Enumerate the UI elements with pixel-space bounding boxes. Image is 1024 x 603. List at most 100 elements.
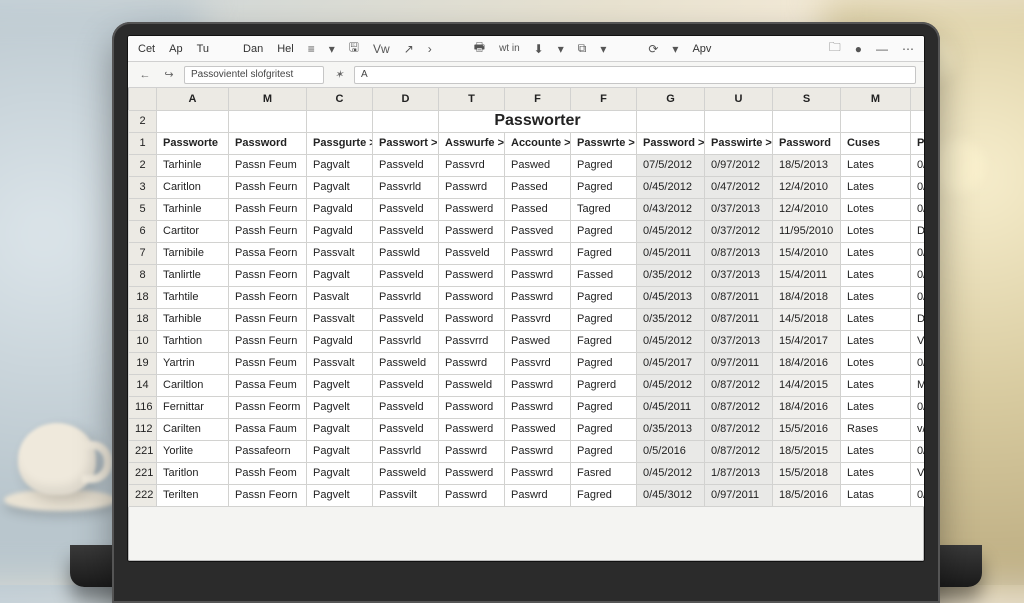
- minimize-icon[interactable]: —: [876, 42, 888, 56]
- cell[interactable]: 0/97/2011: [705, 352, 773, 374]
- cell[interactable]: 0/87/2012: [705, 396, 773, 418]
- cell[interactable]: Passwed: [505, 418, 571, 440]
- column-header[interactable]: I: [911, 88, 925, 110]
- cell[interactable]: 0/87/2012: [705, 440, 773, 462]
- cell[interactable]: Password: [439, 308, 505, 330]
- cell[interactable]: Passwrd: [505, 462, 571, 484]
- cell[interactable]: 0/5/2016: [637, 440, 705, 462]
- dropdown-icon[interactable]: ▾: [600, 42, 606, 56]
- cell[interactable]: Passn Feurn: [229, 330, 307, 352]
- cell[interactable]: Cartitor: [157, 220, 229, 242]
- column-label[interactable]: Passgurte >: [307, 132, 373, 154]
- column-label[interactable]: Passwrte >: [571, 132, 637, 154]
- row-header[interactable]: 116: [129, 396, 157, 418]
- column-header[interactable]: T: [439, 88, 505, 110]
- cell[interactable]: Passa Feorn: [229, 242, 307, 264]
- align-left-icon[interactable]: ≡: [308, 42, 315, 56]
- column-header[interactable]: U: [705, 88, 773, 110]
- cell[interactable]: Pagred: [571, 176, 637, 198]
- cell[interactable]: Lates: [841, 286, 911, 308]
- cell[interactable]: 0/35/2012: [637, 264, 705, 286]
- cell[interactable]: Passveld: [373, 220, 439, 242]
- cell[interactable]: Passvalt: [307, 308, 373, 330]
- cell[interactable]: Passafeorn: [229, 440, 307, 462]
- cell[interactable]: 0/44/007: [911, 484, 925, 506]
- cell[interactable]: 0/45/2012: [637, 462, 705, 484]
- cell[interactable]: Lates: [841, 242, 911, 264]
- cell[interactable]: Pasvalt: [307, 286, 373, 308]
- cell[interactable]: Passveld: [373, 418, 439, 440]
- row-header[interactable]: 18: [129, 308, 157, 330]
- folder-icon[interactable]: 🗀: [829, 38, 841, 59]
- menu-item[interactable]: Cet: [138, 43, 155, 55]
- dot-icon[interactable]: ●: [855, 42, 862, 56]
- cell[interactable]: Passn Feorn: [229, 484, 307, 506]
- cell[interactable]: 0/37/2013: [705, 264, 773, 286]
- cell[interactable]: Pagred: [571, 308, 637, 330]
- row-header[interactable]: 10: [129, 330, 157, 352]
- cell[interactable]: 14/5/2018: [773, 308, 841, 330]
- cell[interactable]: v/44/012: [911, 418, 925, 440]
- cell[interactable]: Lates: [841, 462, 911, 484]
- column-label[interactable]: Cuses: [841, 132, 911, 154]
- column-header[interactable]: F: [571, 88, 637, 110]
- cell[interactable]: Pagvalt: [307, 462, 373, 484]
- cell[interactable]: Latas: [841, 484, 911, 506]
- cell[interactable]: Pagred: [571, 396, 637, 418]
- cell[interactable]: Passwerd: [439, 418, 505, 440]
- dropdown-icon[interactable]: ▾: [558, 42, 564, 56]
- menu-item[interactable]: Hel: [277, 43, 294, 55]
- cell[interactable]: 0/87/2012: [705, 374, 773, 396]
- cell[interactable]: Pagvalt: [307, 154, 373, 176]
- cell[interactable]: Passwerd: [439, 264, 505, 286]
- cell[interactable]: 0/48/003: [911, 396, 925, 418]
- name-box[interactable]: Passovientel slofgritest: [184, 66, 324, 84]
- menu-item[interactable]: Ap: [169, 43, 182, 55]
- cell[interactable]: [841, 110, 911, 132]
- row-header[interactable]: 8: [129, 264, 157, 286]
- cell[interactable]: Passvalt: [307, 352, 373, 374]
- cell[interactable]: Tarhtile: [157, 286, 229, 308]
- copy-icon[interactable]: ⧉: [578, 41, 587, 56]
- cell[interactable]: [911, 110, 925, 132]
- spreadsheet-grid[interactable]: AMCDTFFGUSMIK2Passworter1PasswortePasswo…: [128, 88, 924, 561]
- cell[interactable]: Derw/02: [911, 220, 925, 242]
- column-label[interactable]: Password >: [637, 132, 705, 154]
- row-header[interactable]: 221: [129, 440, 157, 462]
- cell[interactable]: [373, 110, 439, 132]
- cell[interactable]: Passn Feorn: [229, 264, 307, 286]
- cell[interactable]: 0/45/2013: [637, 286, 705, 308]
- cell[interactable]: 0/45/2011: [637, 396, 705, 418]
- cell[interactable]: 0/87/2013: [705, 242, 773, 264]
- cell[interactable]: Daɛ/07: [911, 308, 925, 330]
- cell[interactable]: 0/97/2011: [705, 484, 773, 506]
- cell[interactable]: 0/43/2012: [637, 198, 705, 220]
- cell[interactable]: Passwld: [373, 242, 439, 264]
- cell[interactable]: 0/45/2012: [637, 220, 705, 242]
- cell[interactable]: Passworter: [439, 110, 637, 132]
- cell[interactable]: Passvrld: [373, 176, 439, 198]
- view-icon[interactable]: Vw: [373, 42, 390, 56]
- cell[interactable]: 0/45/3012: [637, 484, 705, 506]
- cell[interactable]: Passveld: [373, 198, 439, 220]
- cell[interactable]: Fernittar: [157, 396, 229, 418]
- cell[interactable]: Passh Feom: [229, 462, 307, 484]
- column-header[interactable]: M: [229, 88, 307, 110]
- cell[interactable]: Yorlite: [157, 440, 229, 462]
- cell[interactable]: Pagvald: [307, 330, 373, 352]
- cell[interactable]: 0/45/2017: [637, 352, 705, 374]
- cell[interactable]: 12/4/2010: [773, 176, 841, 198]
- cell[interactable]: Passwrd: [505, 374, 571, 396]
- cell[interactable]: 0/40/012: [911, 176, 925, 198]
- cell[interactable]: Tanlirtle: [157, 264, 229, 286]
- cell[interactable]: 0/35/2012: [637, 308, 705, 330]
- column-label[interactable]: Asswurfe >: [439, 132, 505, 154]
- cell[interactable]: 18/5/2015: [773, 440, 841, 462]
- cell[interactable]: Paswed: [505, 330, 571, 352]
- cell[interactable]: [157, 110, 229, 132]
- cell[interactable]: Passwrd: [505, 440, 571, 462]
- row-header[interactable]: 112: [129, 418, 157, 440]
- cell[interactable]: 0/37/2013: [705, 198, 773, 220]
- row-header[interactable]: 222: [129, 484, 157, 506]
- cell[interactable]: Fagred: [571, 242, 637, 264]
